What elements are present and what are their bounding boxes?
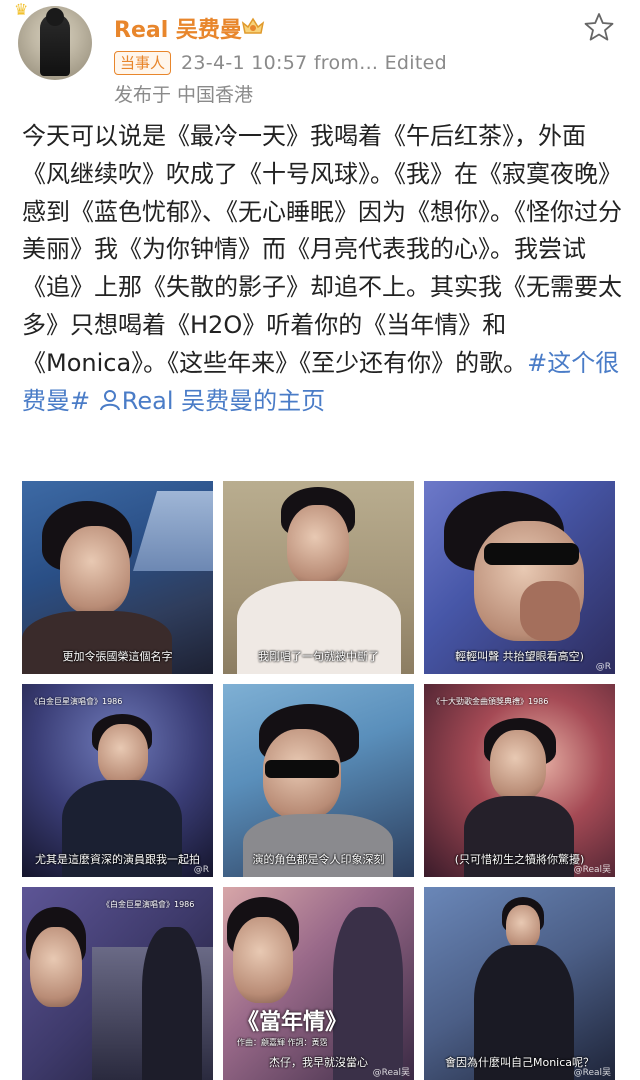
image-7[interactable]: 《白金巨星演唱會》1986 <box>22 887 213 1080</box>
watermark: @Real吴 <box>573 1068 611 1078</box>
program-logo: 《白金巨星演唱會》1986 <box>102 900 195 909</box>
jacket-shape <box>243 814 393 877</box>
song-credit: 作曲：顧嘉輝 作詞：黃霑 <box>237 1038 328 1047</box>
watermark: @Real吴 <box>573 865 611 875</box>
star-icon[interactable] <box>584 12 614 42</box>
program-logo: 《十大勁歌金曲頒獎典禮》1986 <box>432 697 549 706</box>
image-grid: 更加令張國榮這個名字 我剛唱了一句就被中斷了 輕輕叫聲 共抬望眼看高空) @R … <box>22 481 615 1080</box>
post-text: 今天可以说是《最冷一天》我喝着《午后红茶》，外面《风继续吹》吹成了《十号风球》。… <box>22 118 622 420</box>
post-meta: 23-4-1 10:57 from... Edited <box>181 52 447 74</box>
user-homepage-link[interactable]: Real 吴费曼的主页 <box>122 387 325 415</box>
post-header: ♛ Real 吴费曼 当事人 23-4-1 10:57 from... Edit… <box>0 0 640 110</box>
vip-crown-icon <box>241 17 265 34</box>
subtitle: 更加令張國榮這個名字 <box>62 650 173 663</box>
figure-shape <box>142 927 202 1080</box>
face-shape <box>506 905 540 949</box>
party-tag: 当事人 <box>114 51 172 75</box>
username[interactable]: Real 吴费曼 <box>114 12 242 44</box>
subtitle: 我剛唱了一句就被中斷了 <box>258 650 379 663</box>
image-8[interactable]: 《當年情》 作曲：顧嘉輝 作詞：黃霑 杰仔，我早就沒當心 @Real吴 <box>223 887 414 1080</box>
subtitle: 演的角色都是令人印象深刻 <box>252 853 385 866</box>
face-shape <box>287 505 349 585</box>
building-shape <box>133 491 213 571</box>
program-logo: 《白金巨星演唱會》1986 <box>30 697 123 706</box>
watermark: @Real吴 <box>372 1068 410 1078</box>
face-shape <box>98 724 148 784</box>
post-body: 今天可以说是《最冷一天》我喝着《午后红茶》，外面《风继续吹》吹成了《十号风球》。… <box>22 122 622 377</box>
meta-row: 当事人 23-4-1 10:57 from... Edited <box>114 50 447 76</box>
jacket-shape <box>22 611 172 674</box>
hand-shape <box>520 581 580 641</box>
image-5[interactable]: 演的角色都是令人印象深刻 <box>223 684 414 877</box>
avatar[interactable] <box>18 6 92 80</box>
image-9[interactable]: 會因為什麼叫自己Monica呢？ @Real吴 <box>424 887 615 1080</box>
statue-head-shape <box>46 8 64 26</box>
watermark: @R <box>595 662 611 672</box>
image-2[interactable]: 我剛唱了一句就被中斷了 <box>223 481 414 674</box>
face-shape <box>30 927 82 1007</box>
sunglasses-shape <box>484 543 579 565</box>
song-title: 《當年情》 <box>237 1010 348 1035</box>
crown-icon: ♛ <box>14 0 29 19</box>
subtitle: 輕輕叫聲 共抬望眼看高空) <box>455 650 584 663</box>
image-1[interactable]: 更加令張國榮這個名字 <box>22 481 213 674</box>
user-link-icon <box>99 389 120 410</box>
face-shape <box>233 917 293 1003</box>
image-4[interactable]: 《白金巨星演唱會》1986 尤其是這麼資深的演員跟我一起拍 @R <box>22 684 213 877</box>
image-6[interactable]: 《十大勁歌金曲頒獎典禮》1986 (只可惜初生之犢將你驚擾) @Real吴 <box>424 684 615 877</box>
post-location: 发布于 中国香港 <box>114 84 254 106</box>
face-shape <box>490 730 546 800</box>
subtitle: 尤其是這麼資深的演員跟我一起拍 <box>35 853 200 866</box>
watermark: @R <box>193 865 209 875</box>
sunglasses-shape <box>265 760 339 778</box>
face-shape <box>60 526 130 614</box>
image-3[interactable]: 輕輕叫聲 共抬望眼看高空) @R <box>424 481 615 674</box>
